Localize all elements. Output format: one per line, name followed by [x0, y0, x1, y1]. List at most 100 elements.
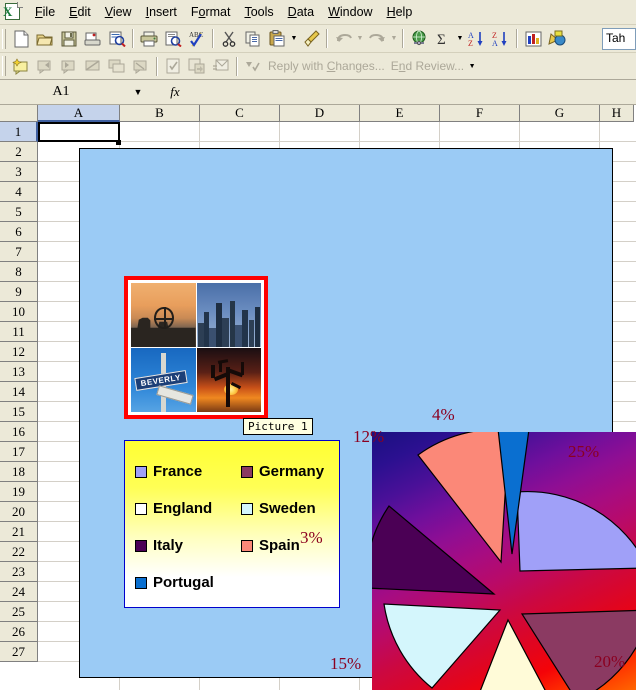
row-header-1[interactable]: 1	[0, 122, 38, 142]
row-header-20[interactable]: 20	[0, 502, 38, 522]
column-header-d[interactable]: D	[280, 105, 360, 122]
open-icon[interactable]	[33, 27, 57, 50]
copy-icon[interactable]	[241, 27, 265, 50]
row-header-17[interactable]: 17	[0, 442, 38, 462]
hyperlink-icon[interactable]	[407, 27, 431, 50]
drawing-icon[interactable]	[545, 27, 569, 50]
row-header-7[interactable]: 7	[0, 242, 38, 262]
column-header-f[interactable]: F	[440, 105, 520, 122]
redo-icon[interactable]	[365, 27, 389, 50]
column-header-g[interactable]: G	[520, 105, 600, 122]
insert-function-icon[interactable]: fx	[155, 83, 195, 102]
reviewing-toolbar-overflow-chevron-down-icon[interactable]: ▼	[467, 55, 477, 78]
legend-item-france[interactable]: France	[135, 463, 241, 480]
row-header-23[interactable]: 23	[0, 562, 38, 582]
menu-help[interactable]: Help	[380, 3, 420, 22]
menu-edit[interactable]: Edit	[62, 3, 98, 22]
undo-icon[interactable]	[331, 27, 355, 50]
formula-input[interactable]	[195, 82, 636, 102]
column-header-h[interactable]: H	[600, 105, 634, 122]
print-preview-icon[interactable]	[161, 27, 185, 50]
chart-legend-object[interactable]: France Germany England Sweden Italy Spain Port…	[124, 440, 340, 608]
toolbar-grip[interactable]	[2, 56, 6, 76]
row-header-8[interactable]: 8	[0, 262, 38, 282]
end-review-button[interactable]: End Review...	[388, 59, 467, 73]
cell-area[interactable]: BEVERLY Picture 1 France Germany England…	[38, 122, 636, 690]
spelling-icon[interactable]: ABC	[185, 27, 209, 50]
delete-comment-icon[interactable]	[129, 55, 153, 78]
row-header-4[interactable]: 4	[0, 182, 38, 202]
paste-icon[interactable]	[265, 27, 289, 50]
font-name-combo[interactable]: Tah	[602, 28, 636, 50]
fill-handle[interactable]	[116, 140, 121, 145]
legend-item-germany[interactable]: Germany	[241, 463, 333, 480]
hide-comment-icon[interactable]	[81, 55, 105, 78]
row-header-11[interactable]: 11	[0, 322, 38, 342]
row-header-24[interactable]: 24	[0, 582, 38, 602]
toolbar-grip[interactable]	[2, 28, 6, 49]
legend-item-sweden[interactable]: Sweden	[241, 500, 333, 517]
undo-chevron-down-icon[interactable]: ▼	[355, 27, 365, 50]
menu-window[interactable]: Window	[321, 3, 379, 22]
reply-with-changes-button[interactable]: Reply with Changes...	[265, 59, 388, 73]
cut-icon[interactable]	[217, 27, 241, 50]
row-header-6[interactable]: 6	[0, 222, 38, 242]
active-cell-a1[interactable]	[38, 122, 120, 142]
column-header-b[interactable]: B	[120, 105, 200, 122]
row-header-12[interactable]: 12	[0, 342, 38, 362]
row-header-27[interactable]: 27	[0, 642, 38, 662]
row-header-5[interactable]: 5	[0, 202, 38, 222]
row-header-14[interactable]: 14	[0, 382, 38, 402]
paste-options-chevron-down-icon[interactable]: ▼	[289, 27, 299, 50]
menu-data[interactable]: Data	[281, 3, 321, 22]
row-header-9[interactable]: 9	[0, 282, 38, 302]
previous-comment-icon[interactable]	[33, 55, 57, 78]
name-box[interactable]: A1	[1, 82, 121, 102]
print-icon[interactable]	[137, 27, 161, 50]
sort-ascending-icon[interactable]: AZ	[465, 27, 489, 50]
legend-item-portugal[interactable]: Portugal	[135, 574, 241, 591]
send-to-mail-recipient-icon[interactable]	[209, 55, 233, 78]
row-header-22[interactable]: 22	[0, 542, 38, 562]
menu-tools[interactable]: Tools	[237, 3, 280, 22]
column-header-a[interactable]: A	[38, 105, 120, 122]
new-icon[interactable]	[9, 27, 33, 50]
next-comment-icon[interactable]	[57, 55, 81, 78]
show-all-comments-icon[interactable]	[105, 55, 129, 78]
row-header-19[interactable]: 19	[0, 482, 38, 502]
row-header-25[interactable]: 25	[0, 602, 38, 622]
redo-chevron-down-icon[interactable]: ▼	[389, 27, 399, 50]
row-header-18[interactable]: 18	[0, 462, 38, 482]
column-header-e[interactable]: E	[360, 105, 440, 122]
row-header-13[interactable]: 13	[0, 362, 38, 382]
menu-view[interactable]: View	[98, 3, 139, 22]
new-comment-icon[interactable]	[9, 55, 33, 78]
row-header-16[interactable]: 16	[0, 422, 38, 442]
legend-item-italy[interactable]: Italy	[135, 537, 241, 554]
send-for-review-icon[interactable]	[241, 55, 265, 78]
format-painter-icon[interactable]	[299, 27, 323, 50]
autosum-icon[interactable]: Σ	[431, 27, 455, 50]
row-header-15[interactable]: 15	[0, 402, 38, 422]
autosum-chevron-down-icon[interactable]: ▼	[455, 27, 465, 50]
chart-wizard-icon[interactable]	[521, 27, 545, 50]
legend-item-england[interactable]: England	[135, 500, 241, 517]
select-all-corner-button[interactable]	[0, 105, 38, 122]
update-file-icon[interactable]	[185, 55, 209, 78]
row-header-2[interactable]: 2	[0, 142, 38, 162]
row-header-10[interactable]: 10	[0, 302, 38, 322]
mail-recipient-icon[interactable]	[81, 27, 105, 50]
column-header-c[interactable]: C	[200, 105, 280, 122]
name-box-chevron-down-icon[interactable]: ▼	[121, 83, 155, 102]
menu-format[interactable]: Format	[184, 3, 238, 22]
menu-insert[interactable]: Insert	[139, 3, 184, 22]
row-header-21[interactable]: 21	[0, 522, 38, 542]
save-icon[interactable]	[57, 27, 81, 50]
row-header-3[interactable]: 3	[0, 162, 38, 182]
search-icon[interactable]	[105, 27, 129, 50]
sort-descending-icon[interactable]: ZA	[489, 27, 513, 50]
menu-file[interactable]: File	[28, 3, 62, 22]
row-header-26[interactable]: 26	[0, 622, 38, 642]
track-changes-icon[interactable]	[161, 55, 185, 78]
picture-object[interactable]: BEVERLY	[124, 276, 268, 419]
